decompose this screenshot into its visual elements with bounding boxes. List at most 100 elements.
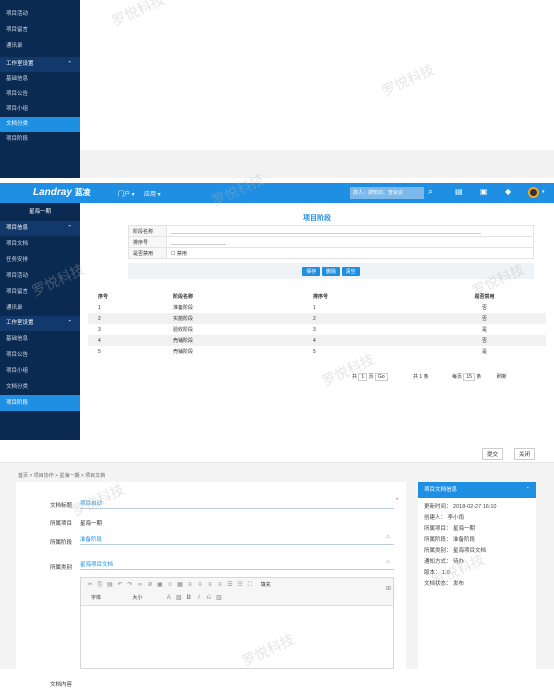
bold-icon[interactable]: B xyxy=(184,595,194,601)
brand-logo[interactable]: Landray 蓝凌 xyxy=(33,187,91,198)
unordered-list-icon[interactable]: ☷ xyxy=(235,581,245,588)
chevron-up-icon: ⌃ xyxy=(67,225,72,231)
redo-icon[interactable]: ↷ xyxy=(125,581,135,588)
table-row[interactable]: 4 売铺阶段 4 否 xyxy=(88,335,546,346)
document-icon[interactable]: ▤ xyxy=(455,187,463,196)
format-icon[interactable]: ⎌ xyxy=(204,595,214,602)
chevron-up-icon: ⌃ xyxy=(67,61,72,67)
search-input[interactable]: 找人、搜知识、查会议 xyxy=(350,187,424,199)
field-label: 所属阶段 xyxy=(50,540,73,546)
title-input[interactable]: 项目启动 xyxy=(80,499,394,509)
unlink-icon[interactable]: ⊘ xyxy=(145,581,155,588)
field-label: 是否禁用 xyxy=(128,247,167,259)
project-title: 星海一期 xyxy=(28,209,51,215)
tag-icon[interactable]: ⌂ xyxy=(386,559,390,565)
clear-button[interactable]: 清空 xyxy=(341,267,360,276)
per-page-select[interactable]: 15 xyxy=(463,373,475,381)
font-select[interactable]: 字体 xyxy=(91,595,101,601)
go-button[interactable]: Go xyxy=(374,373,388,381)
chevron-up-icon: ⌃ xyxy=(525,487,530,493)
image-icon[interactable]: ▣ xyxy=(155,581,165,588)
sidebar-item[interactable]: 文档分类 xyxy=(0,379,80,395)
sidebar-section[interactable]: 工作室设置 ⌃ xyxy=(0,316,80,331)
expand-icon[interactable]: ⊞ xyxy=(386,585,391,592)
panel3-topbar: 提交 关闭 xyxy=(0,443,554,463)
chevron-down-icon[interactable]: ▾ xyxy=(542,189,545,195)
stage-name-input[interactable] xyxy=(166,225,534,237)
field-label: 排序号 xyxy=(128,236,167,248)
sidebar-section[interactable]: 工作室设置 ⌃ xyxy=(0,57,80,72)
info-item: 所属项目： 星海一期 xyxy=(424,526,476,532)
editor-toolbar: ✂ ⎘ ▤ ↶ ↷ ∞ ⊘ ▣ ☺ ▦ ≡ ≡ ≡ ≡ ☰ ☷ ⛶ 填充 字体 大小 A ▨ B I ⎌ ▥ xyxy=(81,578,393,606)
link-icon[interactable]: ∞ xyxy=(135,582,145,588)
inbox-icon[interactable]: ▣ xyxy=(480,187,488,196)
sidebar-item[interactable]: 项目公告 xyxy=(0,87,80,102)
nav-apps[interactable]: 应用 ▾ xyxy=(144,189,161,198)
sidebar-item[interactable]: 项目文档 xyxy=(0,236,80,252)
table-row[interactable]: 1 准备阶段 1 否 xyxy=(88,302,546,313)
nav-portal[interactable]: 门户 ▾ xyxy=(118,189,135,198)
stage-table: 序号 阶段名称 排序号 是否禁用 1 准备阶段 1 否 2 实施阶段 2 否 3 验收阶段 3 是 4売… xyxy=(88,291,546,357)
disabled-checkbox[interactable]: ☐ 禁用 xyxy=(166,247,534,259)
info-panel-header[interactable]: 项目文档信息 ⌃ xyxy=(418,482,536,498)
align-center-icon[interactable]: ≡ xyxy=(195,582,205,588)
style-select[interactable]: 填充 xyxy=(261,582,271,588)
align-left-icon[interactable]: ≡ xyxy=(185,582,195,588)
field-label: 文档内容 xyxy=(50,682,73,688)
tag-icon[interactable]: ⌂ xyxy=(386,534,390,540)
order-input[interactable] xyxy=(166,236,534,248)
sidebar-item[interactable]: 项目阶段 xyxy=(0,132,80,147)
sidebar-item[interactable]: 通讯录 xyxy=(0,300,80,316)
category-select[interactable]: 星海项目文档 xyxy=(80,560,394,570)
refresh-link[interactable]: 刷新 xyxy=(497,374,507,380)
font-color-icon[interactable]: A xyxy=(164,595,174,601)
size-select[interactable]: 大小 xyxy=(132,595,142,601)
panel2-main: 项目阶段 阶段名称 排序号 是否禁用 ☐ 禁用 保存 删除 清空 序号 阶段名称 排序… xyxy=(80,203,554,440)
rich-text-editor[interactable]: ✂ ⎘ ▤ ↶ ↷ ∞ ⊘ ▣ ☺ ▦ ≡ ≡ ≡ ≡ ☰ ☷ ⛶ 填充 字体 大小 A ▨ B I ⎌ ▥ xyxy=(80,577,394,669)
ordered-list-icon[interactable]: ☰ xyxy=(225,581,235,588)
sidebar-item[interactable]: 通讯录 xyxy=(0,39,80,55)
paste-icon[interactable]: ▤ xyxy=(105,581,115,588)
sidebar-item[interactable]: 项目活动 xyxy=(0,7,80,23)
stage-select[interactable]: 准备阶段 xyxy=(80,535,394,545)
search-icon[interactable]: ⌕ xyxy=(428,186,433,197)
sidebar-item-active[interactable]: 项目阶段 xyxy=(0,395,80,411)
justify-icon[interactable]: ≡ xyxy=(215,582,225,588)
bell-icon[interactable]: ◆ xyxy=(505,187,511,196)
fullscreen-icon[interactable]: ⛶ xyxy=(245,582,255,589)
sidebar-item[interactable]: 项目留言 xyxy=(0,23,80,39)
undo-icon[interactable]: ↶ xyxy=(115,581,125,588)
cut-icon[interactable]: ✂ xyxy=(85,581,95,588)
avatar[interactable] xyxy=(528,187,539,198)
table-row[interactable]: 2 实施阶段 2 否 xyxy=(88,313,546,324)
close-button[interactable]: 关闭 xyxy=(514,448,536,460)
table-row[interactable]: 5 売铺阶段 5 是 xyxy=(88,346,546,357)
project-value: 星海一期 xyxy=(80,521,103,527)
table-icon[interactable]: ▦ xyxy=(175,581,185,588)
submit-button[interactable]: 提交 xyxy=(482,448,504,460)
stage-form: 阶段名称 排序号 是否禁用 ☐ 禁用 xyxy=(128,225,534,259)
sidebar-item-active[interactable]: 文档分类 xyxy=(0,117,80,132)
pager: 共 1 页 Go 共 1 条 每页 15 条 刷新 xyxy=(352,373,507,381)
sidebar-item[interactable]: 基础信息 xyxy=(0,72,80,87)
table-row[interactable]: 3 验收阶段 3 是 xyxy=(88,324,546,335)
info-item: 所属阶段： 准备阶段 xyxy=(424,537,476,543)
sidebar-item[interactable]: 项目小组 xyxy=(0,363,80,379)
field-label: 阶段名称 xyxy=(128,225,167,237)
form-title: 项目阶段 xyxy=(303,215,331,222)
italic-icon[interactable]: I xyxy=(194,595,204,601)
save-button[interactable]: 保存 xyxy=(302,267,321,276)
sidebar-item[interactable]: 项目小组 xyxy=(0,102,80,117)
sidebar-item[interactable]: 项目公告 xyxy=(0,347,80,363)
sidebar-section[interactable]: 项目信息 ⌃ xyxy=(0,221,80,236)
bg-color-icon[interactable]: ▨ xyxy=(174,594,184,601)
panel2-sidebar: 星海一期 项目信息 ⌃ 项目文档 任务安排 项目活动 项目留言 通讯录 工作室设置… xyxy=(0,203,80,440)
copy-icon[interactable]: ⎘ xyxy=(95,582,105,589)
align-right-icon[interactable]: ≡ xyxy=(205,582,215,588)
source-icon[interactable]: ▥ xyxy=(214,594,224,601)
delete-button[interactable]: 删除 xyxy=(321,267,340,276)
sidebar-item[interactable]: 基础信息 xyxy=(0,331,80,347)
field-label: 所属类别 xyxy=(50,565,73,571)
breadcrumb: 首页 > 项目协作 > 星海一期 > 项目文档 xyxy=(18,473,106,479)
emoji-icon[interactable]: ☺ xyxy=(165,582,175,588)
